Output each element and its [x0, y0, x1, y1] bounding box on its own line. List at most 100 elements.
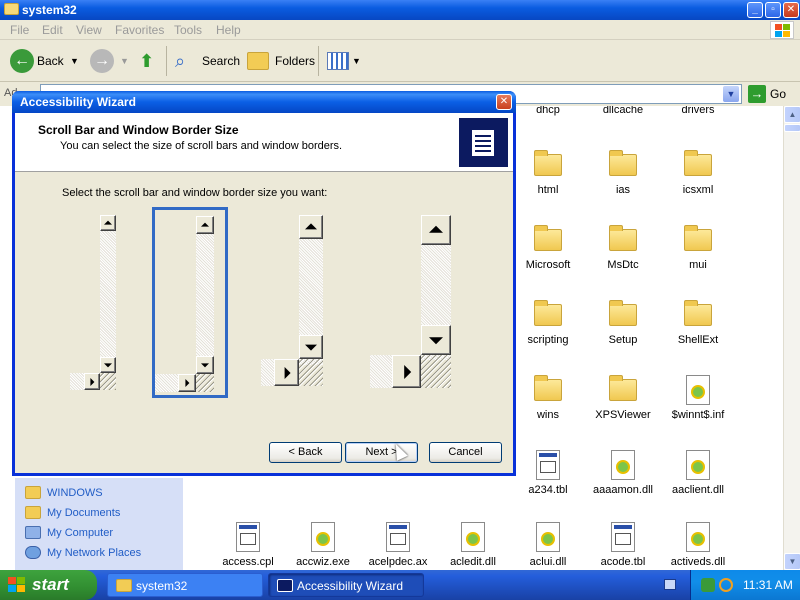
file-item[interactable]: activeds.dll: [658, 518, 738, 570]
sample-up-arrow-icon: [100, 215, 116, 231]
back-button[interactable]: Back: [37, 48, 64, 74]
place-windows[interactable]: WINDOWS: [25, 484, 103, 502]
taskbar-item-system32[interactable]: system32: [107, 573, 263, 597]
scroll-down-button[interactable]: ▼: [784, 553, 800, 570]
taskbar-item-accessibility-wizard[interactable]: Accessibility Wizard: [268, 573, 424, 597]
file-item[interactable]: Setup: [583, 296, 663, 366]
forward-dropdown-icon[interactable]: ▼: [120, 48, 129, 74]
sample-down-arrow-icon: [299, 335, 323, 359]
explorer-title: system32: [22, 3, 77, 17]
go-label: Go: [770, 87, 787, 101]
search-icon[interactable]: ⌕: [175, 48, 185, 74]
folders-button[interactable]: Folders: [275, 48, 315, 74]
wizard-header: Scroll Bar and Window Border Size You ca…: [15, 113, 513, 172]
tbl-file-icon: [611, 522, 635, 552]
folder-icon: [609, 375, 637, 401]
scrollbar-size-option-3[interactable]: [261, 215, 325, 390]
go-button[interactable]: → Go: [748, 85, 786, 103]
file-item[interactable]: icsxml: [658, 146, 738, 216]
file-item[interactable]: aaaamon.dll: [583, 446, 663, 516]
folder-icon: [684, 225, 712, 251]
accessibility-wizard-dialog: Accessibility Wizard ✕ Scroll Bar and Wi…: [12, 91, 516, 476]
maximize-button[interactable]: ▫: [765, 2, 781, 18]
inf-file-icon: [686, 375, 710, 405]
keyboard-icon[interactable]: [664, 579, 676, 590]
sample-down-arrow-icon: [196, 356, 214, 374]
file-label: ShellExt: [677, 334, 719, 346]
file-item[interactable]: html: [508, 146, 588, 216]
file-item[interactable]: MsDtc: [583, 221, 663, 291]
menu-bar: File Edit View Favorites Tools Help: [0, 20, 800, 40]
toolbar-separator: [166, 46, 167, 76]
accessibility-wizard-icon: [459, 118, 508, 167]
file-list-scrollbar[interactable]: ▲ ▼: [783, 106, 800, 570]
place-my-computer[interactable]: My Computer: [25, 524, 113, 542]
views-icon[interactable]: [327, 52, 349, 70]
sample-down-arrow-icon: [421, 325, 451, 355]
file-item[interactable]: aaclient.dll: [658, 446, 738, 516]
file-item[interactable]: ShellExt: [658, 296, 738, 366]
my-documents-icon: [25, 506, 41, 519]
folders-icon[interactable]: [247, 52, 269, 70]
size-grip: [299, 359, 323, 386]
file-label: mui: [689, 259, 707, 271]
close-button[interactable]: ✕: [783, 2, 799, 18]
ax-file-icon: [386, 522, 410, 552]
menu-file[interactable]: File: [10, 23, 29, 37]
magnifier-tray-icon[interactable]: [719, 578, 733, 592]
size-grip: [421, 355, 451, 388]
file-label: aaclient.dll: [672, 484, 724, 496]
file-item[interactable]: Microsoft: [508, 221, 588, 291]
tbl-file-icon: [536, 450, 560, 480]
back-arrow-icon[interactable]: ←: [10, 49, 34, 73]
file-item[interactable]: mui: [658, 221, 738, 291]
cancel-button[interactable]: Cancel: [429, 442, 502, 463]
go-arrow-icon: →: [748, 85, 766, 103]
accessibility-tray-icon[interactable]: [701, 578, 715, 592]
menu-edit[interactable]: Edit: [42, 23, 63, 37]
scroll-thumb[interactable]: [784, 124, 800, 132]
folder-icon: [534, 375, 562, 401]
file-item[interactable]: scripting: [508, 296, 588, 366]
file-label: $winnt$.inf: [671, 409, 725, 421]
sample-up-arrow-icon: [196, 216, 214, 234]
folder-icon: [684, 300, 712, 326]
scrollbar-size-option-4[interactable]: [370, 215, 454, 390]
start-button[interactable]: start: [0, 570, 97, 600]
file-item[interactable]: ias: [583, 146, 663, 216]
place-my-documents[interactable]: My Documents: [25, 504, 120, 522]
file-item[interactable]: wins: [508, 371, 588, 441]
wizard-heading: Scroll Bar and Window Border Size: [38, 123, 239, 137]
back-dropdown-icon[interactable]: ▼: [70, 48, 79, 74]
next-button[interactable]: Next >: [345, 442, 418, 463]
scroll-up-button[interactable]: ▲: [784, 106, 800, 123]
menu-help[interactable]: Help: [216, 23, 241, 37]
scrollbar-size-option-2-selected[interactable]: [152, 207, 228, 398]
address-dropdown-icon[interactable]: ▼: [723, 86, 739, 102]
menu-view[interactable]: View: [76, 23, 102, 37]
search-button[interactable]: Search: [202, 48, 240, 74]
scrollbar-size-option-1[interactable]: [70, 215, 120, 390]
views-dropdown-icon[interactable]: ▼: [352, 48, 361, 74]
folder-icon: [684, 150, 712, 176]
size-grip: [100, 373, 116, 390]
up-folder-icon[interactable]: ⬆: [139, 48, 154, 74]
windows-logo-icon: [770, 21, 794, 39]
file-item[interactable]: a234.tbl: [508, 446, 588, 516]
back-button[interactable]: < Back: [269, 442, 342, 463]
dll-file-icon: [611, 450, 635, 480]
folder-icon: [534, 150, 562, 176]
forward-arrow-icon[interactable]: →: [90, 49, 114, 73]
sample-up-arrow-icon: [299, 215, 323, 239]
start-label: start: [32, 575, 69, 594]
toolbar-separator: [318, 46, 319, 76]
wizard-title-bar[interactable]: Accessibility Wizard ✕: [12, 91, 516, 113]
place-my-network-places[interactable]: My Network Places: [25, 544, 141, 562]
file-item[interactable]: $winnt$.inf: [658, 371, 738, 441]
menu-tools[interactable]: Tools: [174, 23, 202, 37]
minimize-button[interactable]: _: [747, 2, 763, 18]
wizard-close-button[interactable]: ✕: [496, 94, 512, 110]
menu-favorites[interactable]: Favorites: [115, 23, 164, 37]
file-item[interactable]: XPSViewer: [583, 371, 663, 441]
explorer-title-bar[interactable]: system32 _ ▫ ✕: [0, 0, 800, 20]
